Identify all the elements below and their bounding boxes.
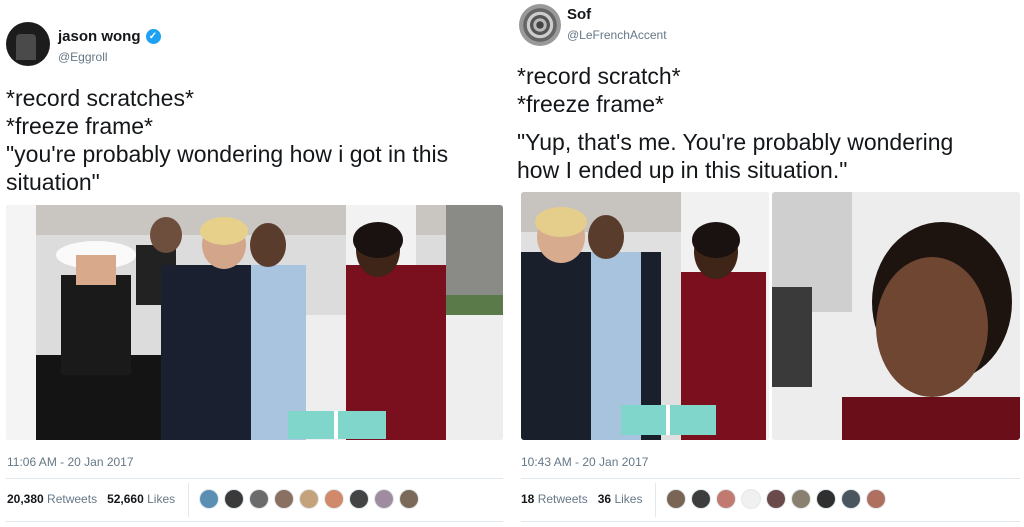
avatar[interactable] bbox=[6, 22, 50, 66]
tweet-card-1: jason wong ✓ @Eggroll *record scratches*… bbox=[0, 0, 507, 527]
liker-avatar[interactable] bbox=[274, 489, 294, 509]
tweet-photo[interactable] bbox=[772, 192, 1020, 440]
photo-inauguration-scene bbox=[6, 205, 503, 440]
tweet-photo[interactable] bbox=[6, 205, 503, 440]
tweet-line: "Yup, that's me. You're probably wonderi… bbox=[517, 129, 954, 155]
liker-avatar[interactable] bbox=[691, 489, 711, 509]
liker-avatar[interactable] bbox=[716, 489, 736, 509]
tweet-line: how I ended up in this situation." bbox=[517, 157, 848, 183]
liker-avatar[interactable] bbox=[349, 489, 369, 509]
liker-avatar[interactable] bbox=[866, 489, 886, 509]
liker-avatar[interactable] bbox=[741, 489, 761, 509]
tweet-timestamp[interactable]: 10:43 AM - 20 Jan 2017 bbox=[521, 455, 648, 469]
liker-avatar[interactable] bbox=[324, 489, 344, 509]
tweet-line: *freeze frame* bbox=[6, 113, 154, 139]
author-name[interactable]: Sof bbox=[567, 6, 591, 23]
divider bbox=[6, 521, 503, 522]
tweet-line: *record scratches* bbox=[6, 85, 194, 111]
tweet-timestamp[interactable]: 11:06 AM - 20 Jan 2017 bbox=[7, 455, 134, 469]
author-handle[interactable]: @Eggroll bbox=[58, 50, 108, 64]
photo-closeup bbox=[772, 192, 1020, 440]
tweet-line: *freeze frame* bbox=[517, 91, 665, 117]
author-handle[interactable]: @LeFrenchAccent bbox=[567, 28, 667, 42]
tweet-text: *record scratch* *freeze frame* "Yup, th… bbox=[517, 62, 1022, 184]
tweet-photo[interactable] bbox=[521, 192, 769, 440]
liker-avatar[interactable] bbox=[399, 489, 419, 509]
liker-avatar[interactable] bbox=[249, 489, 269, 509]
liker-avatar[interactable] bbox=[666, 489, 686, 509]
liker-avatars bbox=[199, 489, 419, 509]
tweet-card-2: Sof @LeFrenchAccent *record scratch* *fr… bbox=[513, 0, 1024, 527]
avatar[interactable] bbox=[519, 4, 561, 46]
liker-avatar[interactable] bbox=[199, 489, 219, 509]
tweet-line: situation" bbox=[6, 169, 100, 195]
engagement-stats: 18 Retweets 36 Likes bbox=[521, 492, 642, 506]
engagement-stats: 20,380 Retweets 52,660 Likes bbox=[7, 492, 175, 506]
liker-avatar[interactable] bbox=[791, 489, 811, 509]
liker-avatar[interactable] bbox=[816, 489, 836, 509]
like-count[interactable]: 36 Likes bbox=[598, 492, 643, 506]
liker-avatar[interactable] bbox=[766, 489, 786, 509]
retweet-count[interactable]: 20,380 Retweets bbox=[7, 492, 97, 506]
tweet-text: *record scratches* *freeze frame* "you'r… bbox=[6, 84, 501, 196]
retweet-count[interactable]: 18 Retweets bbox=[521, 492, 588, 506]
tweet-line: *record scratch* bbox=[517, 63, 681, 89]
liker-avatar[interactable] bbox=[841, 489, 861, 509]
divider bbox=[521, 521, 1020, 522]
photo-inauguration-crop bbox=[521, 192, 769, 440]
liker-avatars bbox=[666, 489, 886, 509]
divider bbox=[521, 478, 1020, 479]
stats-separator bbox=[655, 483, 656, 517]
stats-separator bbox=[188, 483, 189, 517]
verified-badge-icon: ✓ bbox=[145, 29, 161, 44]
tweet-line: "you're probably wondering how i got in … bbox=[6, 141, 449, 167]
liker-avatar[interactable] bbox=[374, 489, 394, 509]
like-count[interactable]: 52,660 Likes bbox=[107, 492, 175, 506]
liker-avatar[interactable] bbox=[299, 489, 319, 509]
liker-avatar[interactable] bbox=[224, 489, 244, 509]
divider bbox=[6, 478, 503, 479]
author-name[interactable]: jason wong ✓ bbox=[58, 28, 161, 45]
